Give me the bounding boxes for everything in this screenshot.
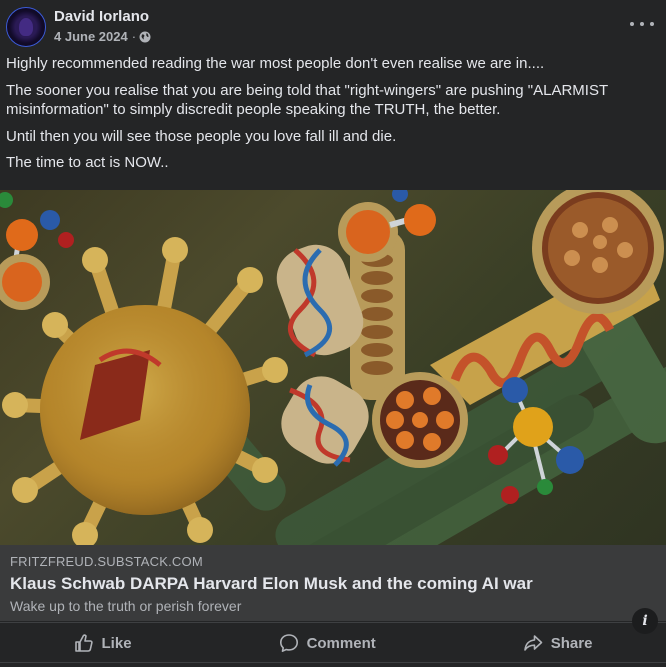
globe-icon[interactable] <box>139 31 151 43</box>
link-title[interactable]: Klaus Schwab DARPA Harvard Elon Musk and… <box>10 574 533 594</box>
link-domain: FRITZFREUD.SUBSTACK.COM <box>10 554 203 569</box>
post-paragraph: Highly recommended reading the war most … <box>6 55 545 72</box>
post-date[interactable]: 4 June 2024 <box>54 29 128 44</box>
post-actions: Like Comment Share <box>0 622 666 663</box>
meta-separator: · <box>131 29 137 44</box>
more-options-icon[interactable] <box>630 14 654 34</box>
post-header: David Iorlano 4 June 2024 · <box>0 0 666 52</box>
facebook-post: David Iorlano 4 June 2024 · Highly recom… <box>0 0 666 667</box>
post-body: Highly recommended reading the war most … <box>6 54 646 180</box>
share-button[interactable]: Share <box>523 633 593 653</box>
author-name[interactable]: David Iorlano <box>54 8 149 25</box>
post-paragraph: Until then you will see those people you… <box>6 127 397 145</box>
comment-button[interactable]: Comment <box>279 633 376 653</box>
share-icon <box>523 635 543 651</box>
like-button[interactable]: Like <box>74 633 132 653</box>
info-icon[interactable]: i <box>632 608 658 634</box>
like-label: Like <box>101 634 132 652</box>
post-paragraph: The sooner you realise that you are bein… <box>6 81 608 119</box>
molecular-illustration <box>0 190 666 545</box>
link-description: Wake up to the truth or perish forever <box>10 598 242 614</box>
comment-icon <box>279 634 298 652</box>
post-meta: 4 June 2024 · <box>54 29 151 44</box>
divider <box>0 662 666 663</box>
link-preview-image[interactable] <box>0 190 666 545</box>
comment-label: Comment <box>306 634 376 652</box>
thumbs-up-icon <box>74 634 93 652</box>
author-avatar[interactable] <box>6 7 46 47</box>
share-label: Share <box>550 634 593 652</box>
link-preview-card[interactable]: i FRITZFREUD.SUBSTACK.COM Klaus Schwab D… <box>0 545 666 634</box>
post-paragraph: The time to act is NOW.. <box>6 154 169 171</box>
